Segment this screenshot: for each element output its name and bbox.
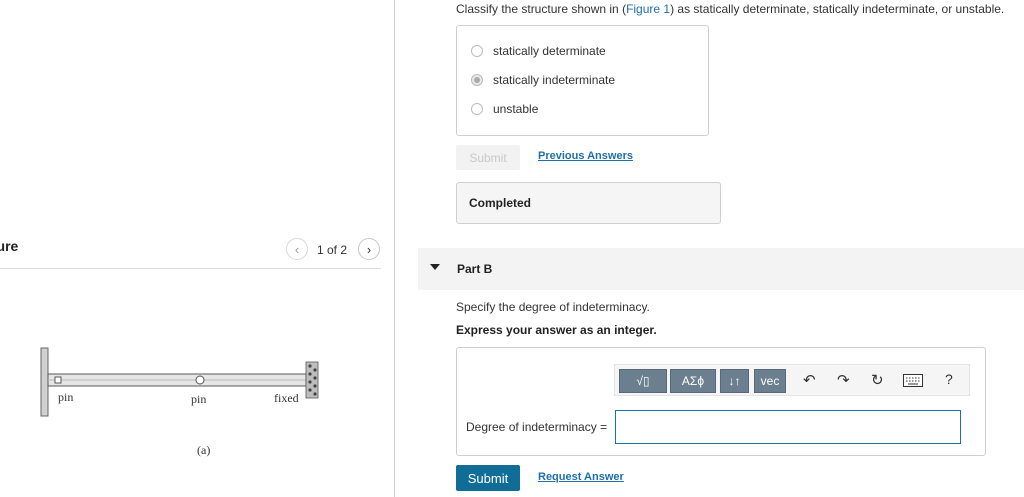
- label-left-pin: pin: [58, 390, 74, 404]
- next-figure-button[interactable]: ›: [358, 238, 380, 260]
- figure-title: gure: [0, 238, 19, 254]
- request-answer-link[interactable]: Request Answer: [538, 471, 624, 483]
- chevron-right-icon: ›: [366, 241, 372, 257]
- option-statically-indeterminate[interactable]: statically indeterminate: [471, 73, 615, 87]
- previous-answers-link[interactable]: Previous Answers: [538, 150, 633, 162]
- part-a-submit-button[interactable]: Submit: [456, 145, 520, 170]
- option-label: statically indeterminate: [493, 73, 616, 87]
- figure-caption: (a): [197, 443, 211, 457]
- left-wall: [40, 347, 49, 417]
- math-toolbar: √▯ AΣϕ ↓↑ vec ↶ ↷ ↻ ?: [614, 364, 970, 396]
- radio-button[interactable]: [471, 45, 483, 57]
- answer-label: Degree of indeterminacy =: [466, 420, 608, 434]
- chevron-left-icon: ‹: [294, 241, 300, 257]
- arrows-icon: ↓↑: [728, 374, 741, 388]
- answer-options: statically determinate statically indete…: [456, 25, 709, 136]
- label-middle-pin: pin: [191, 392, 207, 406]
- caret-down-icon[interactable]: [430, 264, 440, 270]
- option-unstable[interactable]: unstable: [471, 102, 538, 116]
- help-icon[interactable]: ?: [945, 371, 953, 387]
- pane-divider: [394, 0, 395, 497]
- reset-icon[interactable]: ↻: [871, 371, 884, 389]
- label-fixed: fixed: [274, 391, 299, 405]
- question-text-start: Classify the structure shown in (: [456, 2, 627, 16]
- undo-icon[interactable]: ↶: [803, 371, 816, 389]
- question-text: Classify the structure shown in (Figure …: [456, 2, 1004, 16]
- degree-of-indeterminacy-input[interactable]: [615, 410, 961, 444]
- part-b-title[interactable]: Part B: [457, 262, 492, 276]
- figure-divider: [0, 268, 381, 269]
- redo-icon[interactable]: ↷: [837, 371, 850, 389]
- arrows-button[interactable]: ↓↑: [720, 369, 749, 393]
- radio-button[interactable]: [471, 103, 483, 115]
- part-b-prompt: Specify the degree of indeterminacy.: [456, 300, 650, 314]
- greek-symbols-label: AΣϕ: [681, 374, 705, 388]
- option-statically-determinate[interactable]: statically determinate: [471, 44, 606, 58]
- vector-button[interactable]: vec: [754, 369, 786, 393]
- question-text-end: ) as statically determinate, statically …: [670, 2, 1005, 16]
- templates-button[interactable]: √▯: [619, 369, 667, 393]
- vector-label: vec: [760, 374, 780, 388]
- middle-pin: [195, 375, 205, 385]
- keyboard-icon[interactable]: [903, 374, 923, 387]
- greek-symbols-button[interactable]: AΣϕ: [670, 369, 716, 393]
- figure-link[interactable]: Figure 1: [626, 2, 670, 16]
- figure-page-indicator: 1 of 2: [317, 243, 348, 257]
- option-label: statically determinate: [493, 44, 606, 58]
- completed-status: Completed: [456, 182, 721, 224]
- previous-figure-button[interactable]: ‹: [286, 238, 308, 260]
- left-pin: [54, 376, 62, 384]
- radical-template-icon: √▯: [636, 374, 650, 388]
- part-b-submit-button[interactable]: Submit: [456, 465, 520, 491]
- fixed-support: [305, 361, 319, 399]
- part-b-header[interactable]: [418, 248, 1024, 290]
- figure-pane: gure ‹ 1 of 2 › pin pin fixed (a): [0, 0, 394, 497]
- part-b-instruction: Express your answer as an integer.: [456, 323, 657, 337]
- beam-figure: [40, 347, 319, 417]
- radio-button-selected[interactable]: [471, 74, 483, 86]
- option-label: unstable: [493, 102, 539, 116]
